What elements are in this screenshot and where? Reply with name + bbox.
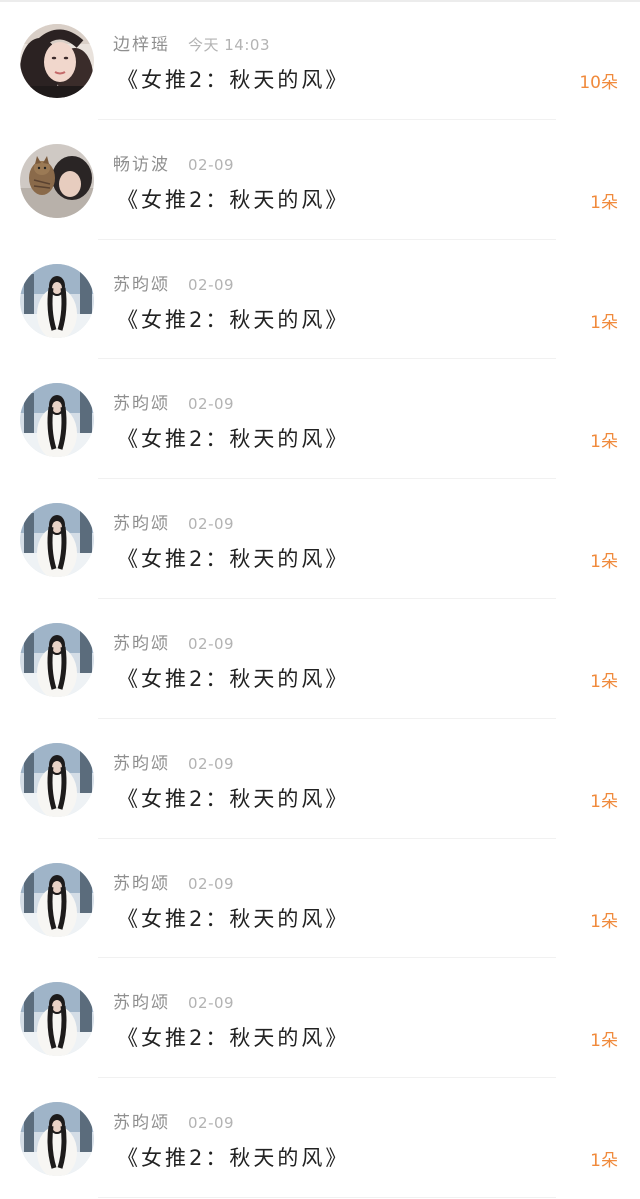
- user-name[interactable]: 苏昀颂: [113, 270, 170, 295]
- record-time: 02-09: [188, 275, 235, 294]
- user-avatar[interactable]: [20, 982, 94, 1057]
- user-avatar[interactable]: [20, 862, 94, 937]
- user-name[interactable]: 苏昀颂: [113, 749, 170, 774]
- user-name[interactable]: 苏昀颂: [113, 1108, 170, 1133]
- avatar-person-with-cat-image: [20, 143, 94, 218]
- record-meta: 畅访波 02-09: [113, 150, 234, 176]
- flower-count: 1朵: [590, 671, 618, 692]
- record-time: 02-09: [188, 1114, 235, 1133]
- user-name[interactable]: 苏昀颂: [113, 389, 170, 414]
- user-avatar[interactable]: [20, 742, 94, 817]
- flower-count: 1朵: [590, 432, 618, 453]
- avatar-woman-white-coat-snow-image: [20, 1102, 94, 1177]
- record-meta: 苏昀颂 02-09: [113, 629, 234, 655]
- user-avatar[interactable]: [20, 503, 94, 578]
- avatar-woman-white-coat-snow-image: [20, 862, 94, 937]
- gift-record-row[interactable]: 苏昀颂 02-09 《女推2：秋天的风》 1朵: [0, 839, 640, 959]
- gift-record-row[interactable]: 苏昀颂 02-09 《女推2：秋天的风》 1朵: [0, 359, 640, 479]
- record-time: 02-09: [188, 874, 235, 893]
- gifted-book-title[interactable]: 《女推2：秋天的风》: [117, 184, 349, 214]
- gifted-book-title[interactable]: 《女推2：秋天的风》: [117, 543, 349, 573]
- gift-record-list: 边梓瑶 今天 14:03 《女推2：秋天的风》 10朵 畅访波 02-09 《女…: [0, 0, 640, 1198]
- record-time: 02-09: [188, 515, 235, 534]
- user-name[interactable]: 苏昀颂: [113, 869, 170, 894]
- record-meta: 苏昀颂 02-09: [113, 509, 234, 535]
- gift-record-row[interactable]: 苏昀颂 02-09 《女推2：秋天的风》 1朵: [0, 599, 640, 719]
- flower-count: 1朵: [590, 1151, 618, 1172]
- flower-count: 1朵: [590, 791, 618, 812]
- user-avatar[interactable]: [20, 622, 94, 697]
- record-time: 02-09: [188, 634, 235, 653]
- avatar-woman-white-coat-snow-image: [20, 503, 94, 578]
- gifted-book-title[interactable]: 《女推2：秋天的风》: [117, 64, 349, 94]
- user-avatar[interactable]: [20, 263, 94, 338]
- gifted-book-title[interactable]: 《女推2：秋天的风》: [117, 663, 349, 693]
- avatar-woman-white-coat-snow-image: [20, 263, 94, 338]
- gifted-book-title[interactable]: 《女推2：秋天的风》: [117, 903, 349, 933]
- flower-count: 1朵: [590, 192, 618, 213]
- record-time: 今天 14:03: [188, 36, 270, 54]
- gift-record-row[interactable]: 苏昀颂 02-09 《女推2：秋天的风》 1朵: [0, 1078, 640, 1198]
- flower-count: 1朵: [590, 312, 618, 333]
- flower-count: 10朵: [579, 73, 618, 93]
- avatar-woman-white-coat-snow-image: [20, 383, 94, 458]
- user-avatar[interactable]: [20, 383, 94, 458]
- user-avatar[interactable]: [20, 1102, 94, 1177]
- record-meta: 苏昀颂 02-09: [113, 389, 234, 415]
- gifted-book-title[interactable]: 《女推2：秋天的风》: [117, 1022, 349, 1052]
- gifted-book-title[interactable]: 《女推2：秋天的风》: [117, 423, 349, 453]
- record-meta: 边梓瑶 今天 14:03: [113, 30, 270, 56]
- flower-count: 1朵: [590, 1031, 618, 1052]
- user-name[interactable]: 畅访波: [113, 150, 170, 175]
- gift-record-row[interactable]: 苏昀颂 02-09 《女推2：秋天的风》 1朵: [0, 240, 640, 360]
- gifted-book-title[interactable]: 《女推2：秋天的风》: [117, 783, 349, 813]
- record-time: 02-09: [188, 994, 235, 1013]
- gift-record-row[interactable]: 苏昀颂 02-09 《女推2：秋天的风》 1朵: [0, 958, 640, 1078]
- record-meta: 苏昀颂 02-09: [113, 749, 234, 775]
- record-time: 02-09: [188, 155, 235, 174]
- avatar-woman-white-coat-snow-image: [20, 982, 94, 1057]
- record-meta: 苏昀颂 02-09: [113, 1108, 234, 1134]
- flower-count: 1朵: [590, 552, 618, 573]
- gifted-book-title[interactable]: 《女推2：秋天的风》: [117, 304, 349, 334]
- gift-record-row[interactable]: 苏昀颂 02-09 《女推2：秋天的风》 1朵: [0, 479, 640, 599]
- record-time: 02-09: [188, 754, 235, 773]
- record-meta: 苏昀颂 02-09: [113, 270, 234, 296]
- avatar-woman-portrait-image: [20, 24, 94, 98]
- record-meta: 苏昀颂 02-09: [113, 869, 234, 895]
- gift-record-row[interactable]: 畅访波 02-09 《女推2：秋天的风》 1朵: [0, 120, 640, 240]
- record-meta: 苏昀颂 02-09: [113, 988, 234, 1014]
- gift-record-row[interactable]: 边梓瑶 今天 14:03 《女推2：秋天的风》 10朵: [0, 0, 640, 120]
- user-name[interactable]: 苏昀颂: [113, 509, 170, 534]
- user-name[interactable]: 苏昀颂: [113, 629, 170, 654]
- record-time: 02-09: [188, 395, 235, 414]
- avatar-woman-white-coat-snow-image: [20, 742, 94, 817]
- user-avatar[interactable]: [20, 24, 94, 98]
- user-avatar[interactable]: [20, 143, 94, 218]
- flower-count: 1朵: [590, 911, 618, 932]
- gift-record-row[interactable]: 苏昀颂 02-09 《女推2：秋天的风》 1朵: [0, 719, 640, 839]
- user-name[interactable]: 边梓瑶: [113, 30, 170, 55]
- avatar-woman-white-coat-snow-image: [20, 622, 94, 697]
- gifted-book-title[interactable]: 《女推2：秋天的风》: [117, 1142, 349, 1172]
- user-name[interactable]: 苏昀颂: [113, 988, 170, 1013]
